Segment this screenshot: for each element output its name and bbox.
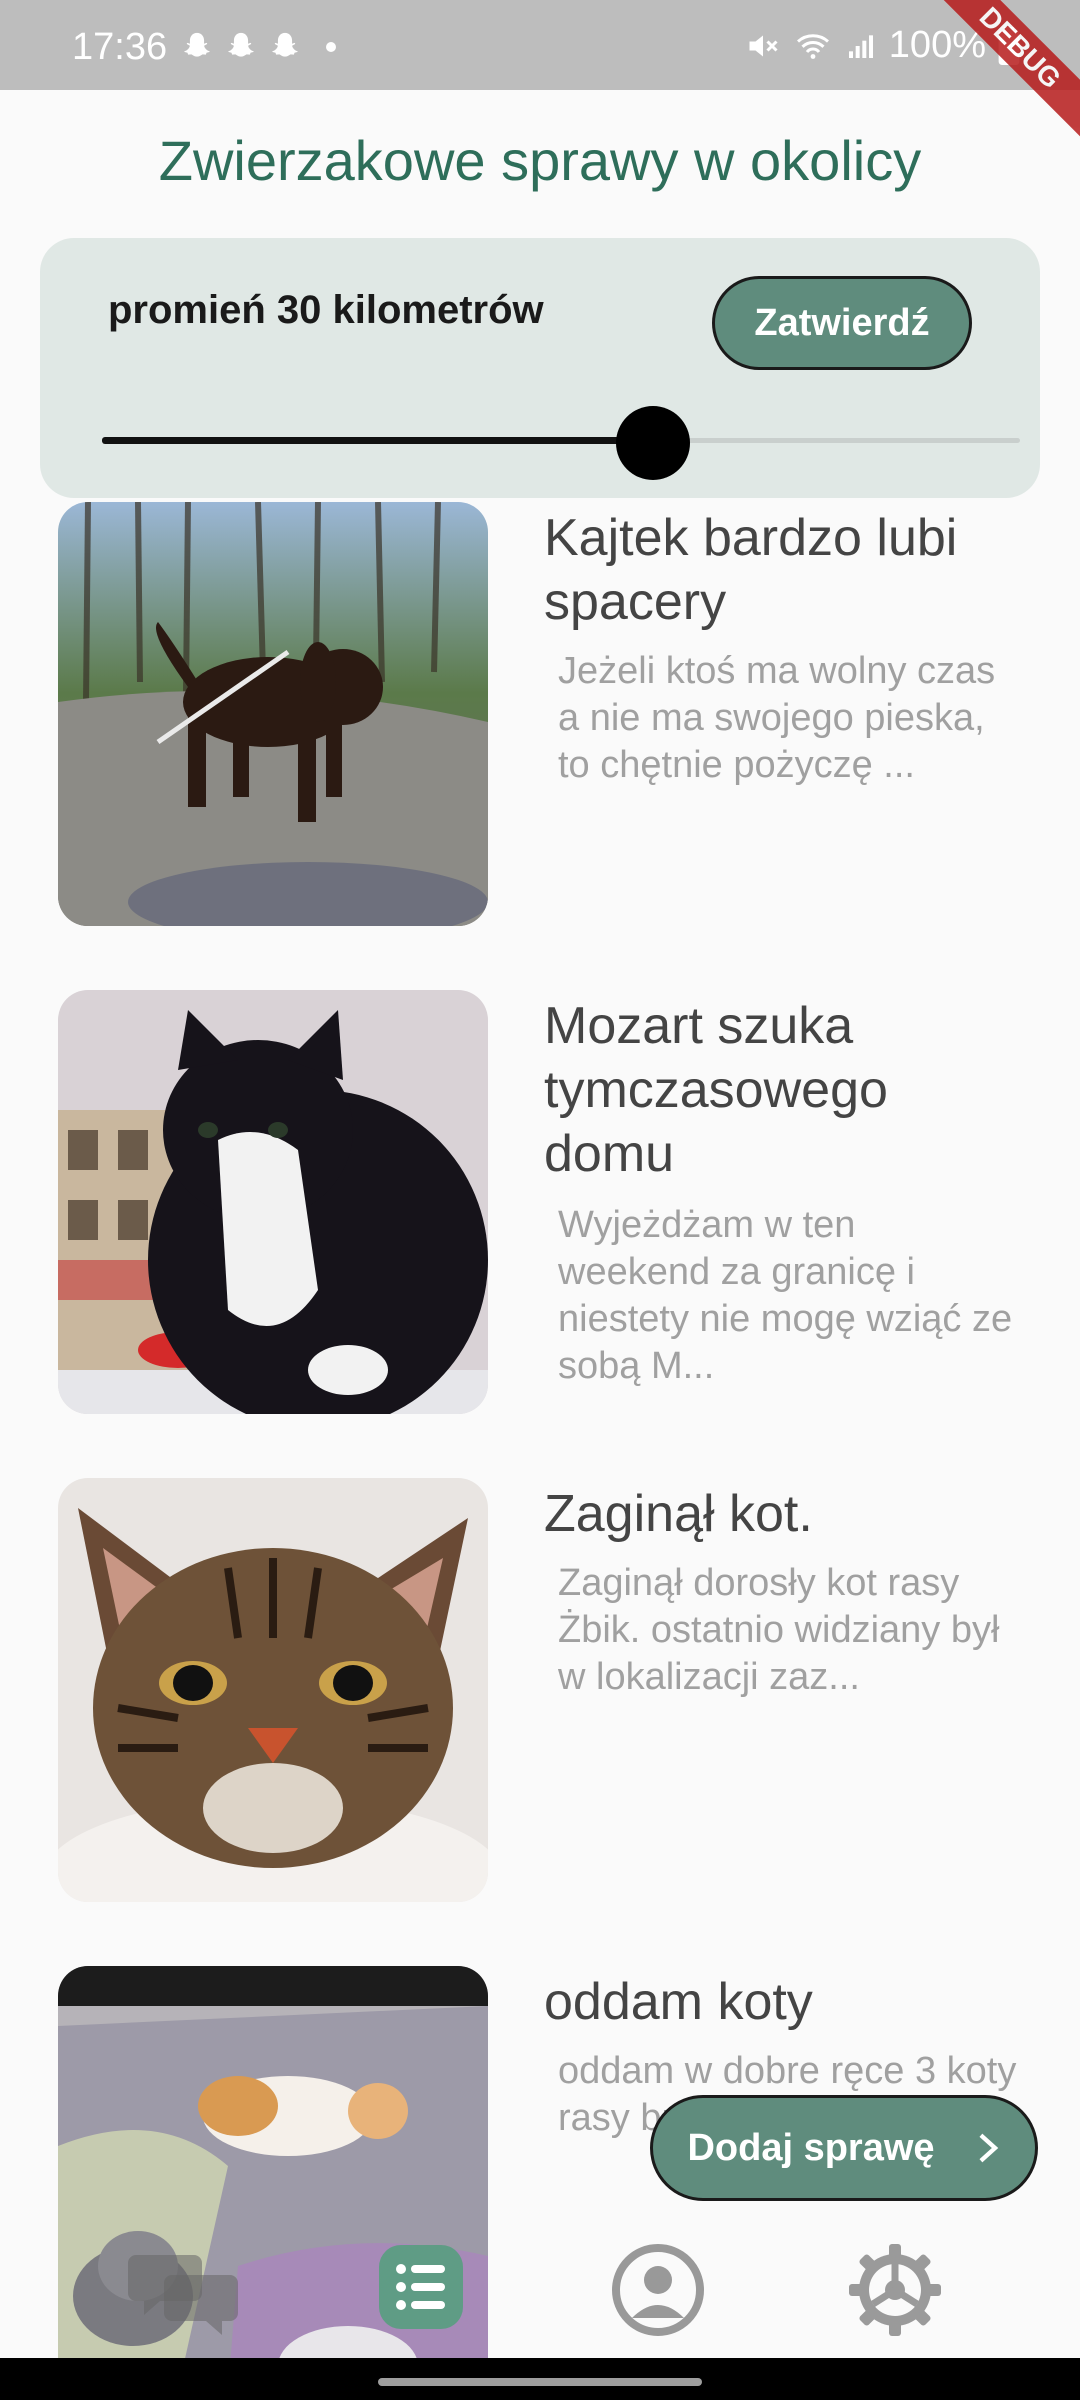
- slider-fill: [102, 437, 653, 444]
- bottom-navigation: [0, 2225, 1080, 2360]
- case-title: oddam koty: [544, 1973, 813, 2031]
- case-description: Wyjeżdżam w ten weekend za granicę i nie…: [558, 1204, 1013, 1387]
- battery-percent: 100%: [888, 24, 986, 66]
- case-description: Zaginął dorosły kot rasy Żbik. ostatnio …: [558, 1562, 1000, 1698]
- chevron-right-icon: [979, 2133, 998, 2163]
- home-gesture-bar[interactable]: [378, 2378, 702, 2386]
- list-icon[interactable]: [379, 2245, 463, 2329]
- case-image-black-white-cat: [58, 990, 488, 1414]
- snapchat-icon: [272, 32, 298, 57]
- snapchat-icon: [184, 32, 210, 57]
- case-title: Zaginął kot.: [544, 1485, 813, 1543]
- list-item[interactable]: Zaginął kot. Zaginął dorosły kot rasy Żb…: [0, 1478, 1080, 1908]
- case-image-dog: [58, 502, 488, 926]
- system-navigation-bar: [0, 2358, 1080, 2400]
- status-bar: 17:36 100% DEBUG: [0, 0, 1080, 155]
- chat-icon[interactable]: [128, 2235, 238, 2345]
- list-item[interactable]: Kajtek bardzo lubi spacery Jeżeli ktoś m…: [0, 502, 1080, 932]
- page-title: Zwierzakowe sprawy w okolicy: [158, 129, 922, 192]
- status-time: 17:36: [72, 26, 168, 68]
- add-case-label: Dodaj sprawę: [687, 2126, 935, 2169]
- signal-icon: [848, 34, 873, 58]
- case-title: Kajtek bardzo lubi spacery: [544, 509, 958, 631]
- settings-icon[interactable]: [840, 2235, 950, 2345]
- case-title: Mozart szuka tymczasowego domu: [544, 997, 888, 1183]
- slider-thumb[interactable]: [615, 406, 690, 480]
- case-description: Jeżeli ktoś ma wolny czas a nie ma swoje…: [558, 650, 996, 786]
- case-image-tabby-cat: [58, 1478, 488, 1902]
- mute-icon: [749, 35, 778, 56]
- confirm-button[interactable]: Zatwierdź: [712, 276, 972, 370]
- notification-icons: [180, 30, 336, 64]
- list-item[interactable]: Mozart szuka tymczasowego domu Wyjeżdżam…: [0, 990, 1080, 1420]
- notification-dot: [326, 42, 336, 52]
- wifi-icon: [796, 33, 829, 59]
- snapchat-icon: [228, 32, 254, 57]
- profile-icon[interactable]: [603, 2235, 713, 2345]
- add-case-button[interactable]: Dodaj sprawę: [650, 2095, 1038, 2201]
- radius-filter-card: promień 30 kilometrów Zatwierdź: [40, 238, 1040, 498]
- radius-slider[interactable]: [102, 437, 1020, 444]
- radius-label: promień 30 kilometrów: [108, 288, 544, 332]
